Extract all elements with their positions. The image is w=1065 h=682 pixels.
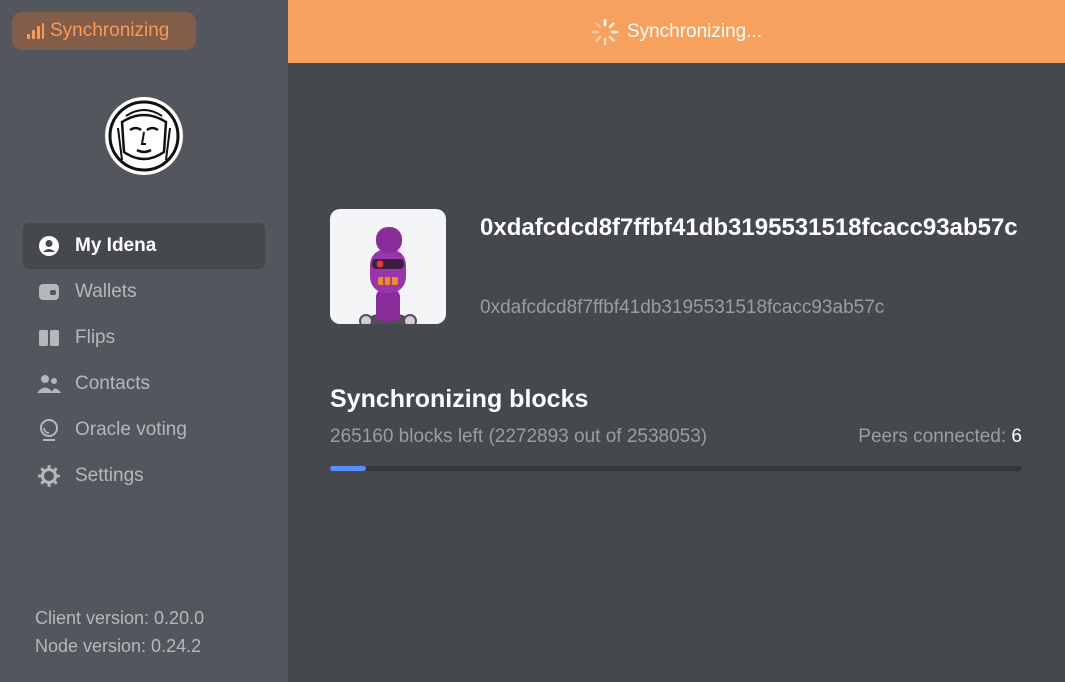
- signal-bars-icon: [27, 23, 44, 39]
- client-version: Client version: 0.20.0: [35, 608, 205, 628]
- robot-avatar-icon: [359, 227, 417, 324]
- sync-badge-label: Synchronizing: [50, 20, 170, 41]
- wallet-icon: [37, 280, 61, 304]
- identity-address-title: 0xdafcdcd8f7ffbf41db3195531518fcacc93ab5…: [480, 214, 1018, 241]
- peers-connected: Peers connected: 6: [858, 426, 1022, 448]
- peers-label: Peers connected:: [858, 426, 1007, 447]
- nav-item-wallets[interactable]: Wallets: [23, 269, 265, 315]
- sync-status-badge: Synchronizing: [12, 12, 196, 50]
- nav-label: Flips: [75, 327, 116, 348]
- peers-count: 6: [1011, 426, 1022, 447]
- idena-face-icon: [108, 100, 180, 172]
- user-circle-icon: [37, 234, 61, 258]
- oracle-icon: [37, 418, 61, 442]
- flips-icon: [37, 326, 61, 350]
- idena-logo: [105, 97, 183, 175]
- sync-progress-bar: [330, 466, 1022, 471]
- main-nav: My Idena Wallets Flips Contacts Oracle v…: [23, 223, 265, 499]
- gear-icon: [37, 464, 61, 488]
- contacts-icon: [37, 372, 61, 396]
- nav-label: Settings: [75, 465, 144, 486]
- sync-status-row: 265160 blocks left (2272893 out of 25380…: [330, 426, 1022, 448]
- blocks-left: 265160 blocks left (2272893 out of 25380…: [330, 426, 708, 447]
- sync-progress-fill: [330, 466, 366, 471]
- nav-item-oracle-voting[interactable]: Oracle voting: [23, 407, 265, 453]
- nav-item-contacts[interactable]: Contacts: [23, 361, 265, 407]
- nav-item-settings[interactable]: Settings: [23, 453, 265, 499]
- spinner-icon: [591, 18, 619, 45]
- nav-item-my-idena[interactable]: My Idena: [23, 223, 265, 269]
- sync-progress-section: Synchronizing blocks 265160 blocks left …: [330, 385, 1022, 471]
- nav-label: My Idena: [75, 235, 157, 256]
- version-info: Client version: 0.20.0 Node version: 0.2…: [35, 604, 204, 660]
- banner-text: Synchronizing...: [626, 20, 763, 42]
- sync-title: Synchronizing blocks: [330, 385, 589, 413]
- nav-label: Oracle voting: [75, 419, 187, 440]
- sidebar: Synchronizing My Idena Wallets Flips Con…: [0, 0, 288, 682]
- nav-label: Contacts: [75, 373, 150, 394]
- sync-banner: Synchronizing...: [288, 0, 1065, 63]
- node-version: Node version: 0.24.2: [35, 636, 202, 656]
- nav-label: Wallets: [75, 281, 137, 302]
- identity-address: 0xdafcdcd8f7ffbf41db3195531518fcacc93ab5…: [480, 297, 885, 318]
- avatar: [330, 209, 446, 324]
- nav-item-flips[interactable]: Flips: [23, 315, 265, 361]
